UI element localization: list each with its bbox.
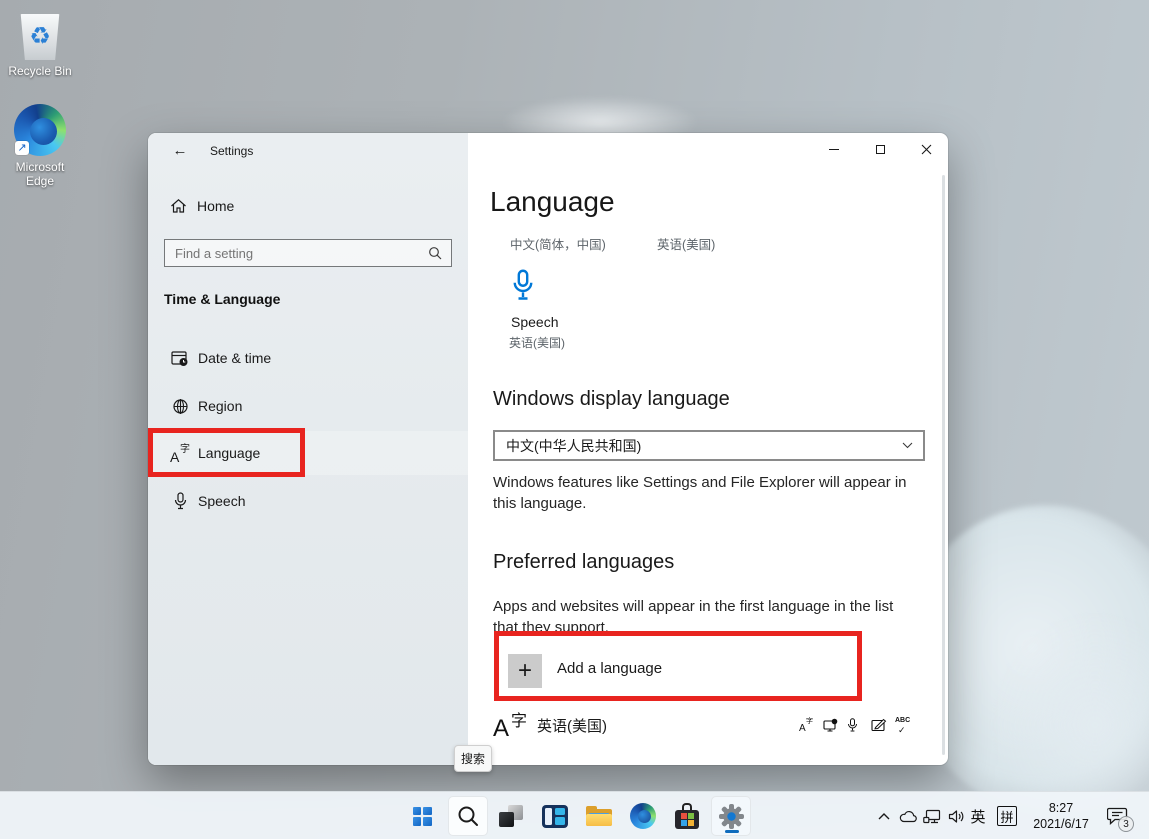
taskbar-search-button[interactable] (448, 796, 488, 836)
active-app-indicator (725, 830, 739, 833)
tray-onedrive[interactable] (896, 792, 920, 839)
add-language-button[interactable]: + Add a language (502, 638, 854, 694)
home-icon (170, 198, 188, 214)
speech-tile-label[interactable]: Speech (511, 314, 558, 330)
minimize-button[interactable] (811, 133, 857, 165)
search-icon (428, 246, 442, 260)
widgets-button[interactable] (535, 796, 575, 836)
windows-logo-icon (413, 807, 432, 826)
preferred-languages-heading: Preferred languages (493, 551, 674, 574)
settings-gear-icon (718, 803, 745, 830)
find-a-setting-searchbox[interactable] (164, 239, 452, 267)
sidebar-item-region[interactable]: Region (148, 384, 468, 428)
desktop-icon-microsoft-edge[interactable]: ↗ Microsoft Edge (0, 104, 80, 188)
edge-button[interactable] (623, 796, 663, 836)
cloud-icon (899, 810, 918, 823)
language-name: 英语(美国) (537, 715, 799, 736)
language-tile-label-english: 英语(美国) (657, 234, 715, 253)
date-time-icon (170, 350, 190, 367)
language-feature-icons: A字 ABC✓ (799, 718, 909, 733)
annotation-box-add-language: + Add a language (494, 631, 862, 701)
tray-chevron-up[interactable] (872, 792, 896, 839)
dropdown-selected-value: 中文(中华人民共和国) (506, 436, 902, 456)
add-language-label: Add a language (557, 660, 662, 677)
ime-pinyin-badge: 拼 (997, 806, 1017, 826)
close-button[interactable] (903, 133, 948, 165)
home-label: Home (197, 198, 234, 214)
tray-network[interactable] (920, 792, 944, 839)
display-language-description: Windows features like Settings and File … (493, 472, 907, 514)
language-pack-icon: A字 (493, 707, 527, 743)
search-input[interactable] (165, 246, 428, 261)
back-button[interactable]: ← (164, 139, 196, 161)
display-language-feature-icon: A字 (799, 718, 813, 733)
display-language-heading: Windows display language (493, 388, 730, 411)
basic-typing-feature-icon: ABC✓ (895, 718, 909, 733)
content-scrollbar[interactable] (942, 175, 945, 755)
language-list-item[interactable]: A字 英语(美国) A字 ABC✓ (493, 699, 925, 751)
recycle-bin-icon: ♻ (19, 14, 61, 60)
window-title: Settings (210, 144, 253, 158)
speech-tile-value: 英语(美国) (509, 334, 565, 351)
app-language-feature-icon (823, 718, 837, 733)
display-language-dropdown[interactable]: 中文(中华人民共和国) (493, 430, 925, 461)
tray-volume[interactable] (944, 792, 968, 839)
minimize-icon (829, 149, 839, 150)
ime-mode-indicator[interactable]: 拼 (995, 792, 1019, 839)
sidebar-item-label: Date & time (198, 350, 271, 366)
sidebar-section-header: Time & Language (164, 291, 280, 307)
sidebar-item-home[interactable]: Home (148, 190, 468, 222)
search-icon (457, 805, 479, 827)
close-icon (921, 144, 932, 155)
taskbar: 英 拼 8:27 2021/6/17 3 (0, 791, 1149, 839)
annotation-box-language (148, 428, 305, 477)
microsoft-store-button[interactable] (667, 796, 707, 836)
edge-icon (630, 803, 656, 829)
shortcut-arrow-icon: ↗ (15, 141, 29, 155)
taskbar-clock[interactable]: 8:27 2021/6/17 (1026, 792, 1096, 839)
widgets-icon (542, 805, 568, 828)
chevron-up-icon (878, 813, 890, 820)
maximize-icon (876, 145, 885, 154)
microphone-icon (170, 492, 190, 510)
handwriting-feature-icon (871, 718, 885, 733)
page-title: Language (490, 186, 615, 218)
clock-date: 2021/6/17 (1026, 816, 1096, 832)
notification-center-button[interactable]: 3 (1100, 792, 1136, 839)
sidebar-item-date-time[interactable]: Date & time (148, 336, 468, 380)
network-icon (923, 809, 941, 824)
speech-feature-icon (847, 718, 861, 733)
speaker-icon (948, 809, 965, 824)
language-tile-label-chinese: 中文(简体，中国) (510, 234, 606, 253)
maximize-button[interactable] (857, 133, 903, 165)
sidebar-item-label: Speech (198, 493, 245, 509)
speech-tile-microphone-icon[interactable] (511, 269, 535, 301)
start-button[interactable] (402, 796, 442, 836)
settings-taskbar-button[interactable] (711, 796, 751, 836)
notification-count-badge: 3 (1118, 816, 1134, 832)
edge-label: Microsoft Edge (8, 160, 72, 188)
edge-icon: ↗ (14, 104, 66, 156)
recycle-bin-label: Recycle Bin (0, 64, 80, 78)
task-view-button[interactable] (491, 796, 531, 836)
clock-time: 8:27 (1026, 800, 1096, 816)
file-explorer-button[interactable] (579, 796, 619, 836)
desktop-icon-recycle-bin[interactable]: ♻ Recycle Bin (0, 14, 80, 78)
sidebar-item-speech[interactable]: Speech (148, 479, 468, 523)
microsoft-store-icon (675, 803, 699, 829)
sidebar-item-label: Region (198, 398, 242, 414)
search-tooltip: 搜索 (454, 745, 492, 772)
chevron-down-icon (902, 442, 913, 449)
file-explorer-icon (586, 806, 612, 827)
plus-icon: + (508, 654, 542, 688)
globe-icon (170, 398, 190, 415)
settings-window: ← Settings Home Time & Language Date & t… (148, 133, 948, 765)
ime-language-indicator[interactable]: 英 (966, 792, 990, 839)
